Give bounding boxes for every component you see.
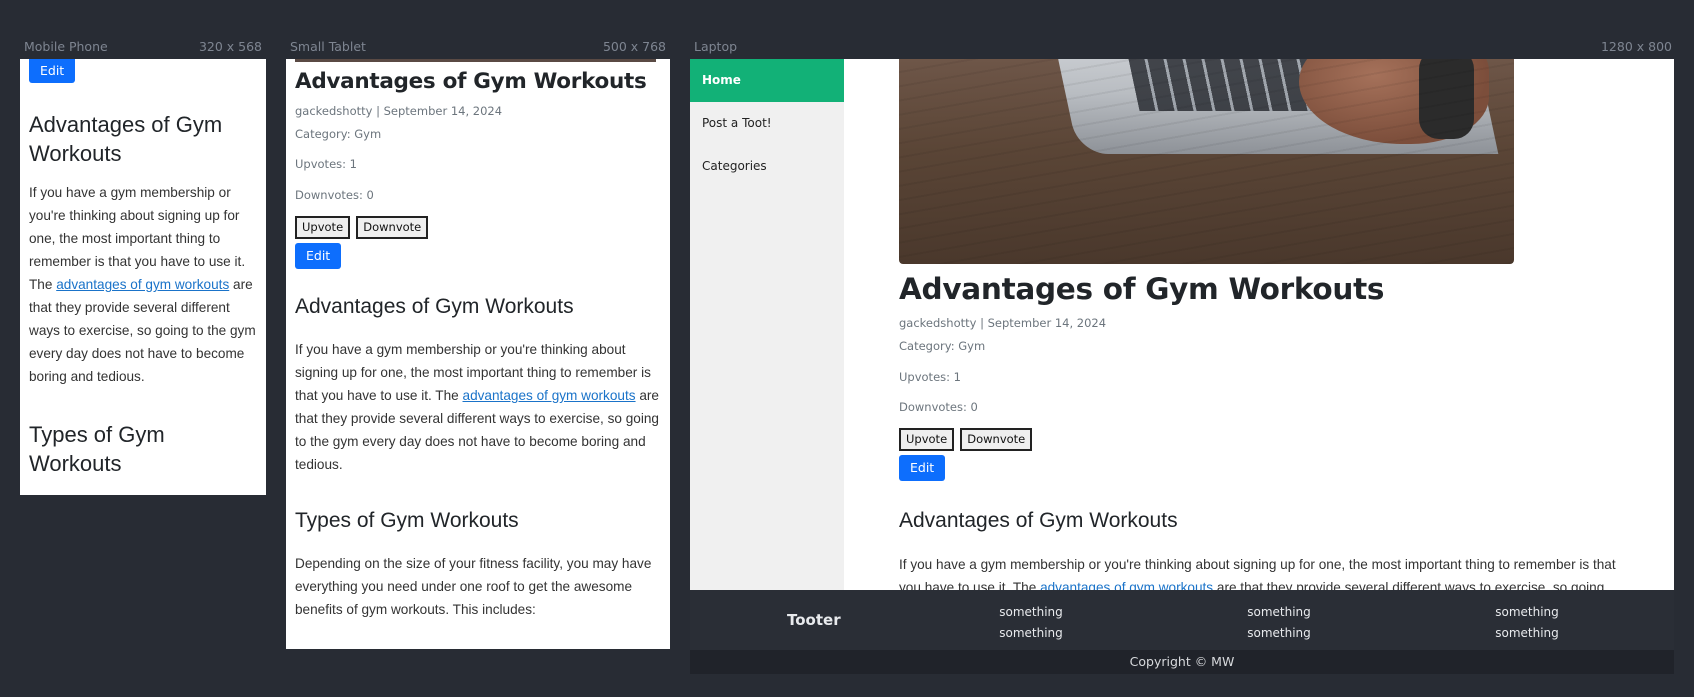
vote-buttons: Upvote Downvote (899, 428, 1033, 451)
section-heading-advantages: Advantages of Gym Workouts (29, 112, 223, 166)
footer-link[interactable]: something (1487, 602, 1567, 623)
types-paragraph: Depending on the size of your fitness fa… (295, 556, 652, 617)
laptop-frame-label: Laptop (694, 39, 738, 54)
sidebar-item-categories[interactable]: Categories (690, 145, 844, 188)
footer-link[interactable]: something (991, 623, 1071, 644)
section-heading-advantages: Advantages of Gym Workouts (295, 295, 574, 318)
downvote-button[interactable]: Downvote (960, 428, 1033, 451)
edit-button[interactable]: Edit (899, 455, 946, 481)
mobile-frame-label: Mobile Phone (24, 39, 108, 54)
post-title: Advantages of Gym Workouts (899, 272, 1385, 306)
section-paragraph: If you have a gym membership or you're t… (29, 181, 261, 388)
paragraph-text: are that they provide several different … (29, 277, 256, 384)
tablet-frame-label: Small Tablet (290, 39, 366, 54)
upvote-count: Upvotes: 1 (295, 157, 357, 171)
section-heading-advantages: Advantages of Gym Workouts (899, 509, 1178, 532)
tablet-viewport[interactable]: Advantages of Gym Workouts gackedshotty … (286, 59, 670, 649)
downvote-count: Downvotes: 0 (295, 188, 374, 202)
footer-column: something something (991, 602, 1071, 644)
main-content[interactable]: Advantages of Gym Workouts gackedshotty … (844, 59, 1674, 590)
advantages-link[interactable]: advantages of gym workouts (56, 277, 229, 292)
section-paragraph: If you have a gym membership or you're t… (295, 338, 665, 476)
section-paragraph: If you have a gym membership or you're t… (899, 553, 1619, 590)
vote-buttons: Upvote Downvote (295, 216, 429, 239)
footer-link[interactable]: something (991, 602, 1071, 623)
post-hero-image (899, 59, 1514, 264)
footer-link[interactable]: something (1239, 602, 1319, 623)
laptop-frame-size: 1280 x 800 (1600, 39, 1672, 54)
advantages-link[interactable]: advantages of gym workouts (463, 388, 636, 403)
section-heading-types: Types of Gym Workouts (295, 509, 519, 532)
upvote-count: Upvotes: 1 (899, 370, 961, 384)
upvote-button[interactable]: Upvote (899, 428, 955, 451)
sidebar: Home Post a Toot! Categories (690, 59, 844, 590)
sidebar-item-post-a-toot[interactable]: Post a Toot! (690, 102, 844, 145)
post-byline: gackedshotty | September 14, 2024 (899, 316, 1107, 330)
post-hero-image (295, 59, 656, 62)
advantages-link[interactable]: advantages of gym workouts (1040, 580, 1213, 590)
upvote-button[interactable]: Upvote (295, 216, 351, 239)
downvote-count: Downvotes: 0 (899, 400, 978, 414)
footer-column: something something (1239, 602, 1319, 644)
post-title: Advantages of Gym Workouts (295, 69, 647, 94)
post-byline: gackedshotty | September 14, 2024 (295, 104, 503, 118)
footer-link[interactable]: something (1487, 623, 1567, 644)
tablet-frame-size: 500 x 768 (602, 39, 666, 54)
section-heading-types: Types of Gym Workouts (29, 422, 165, 476)
laptop-viewport[interactable]: Home Post a Toot! Categories Advantages … (690, 59, 1674, 674)
post-category: Category: Gym (899, 339, 986, 353)
paragraph-text: If you have a gym membership or you're t… (29, 185, 246, 292)
edit-button[interactable]: Edit (29, 59, 76, 83)
post-category: Category: Gym (295, 127, 382, 141)
footer-brand: Tooter (787, 611, 841, 629)
mobile-viewport[interactable]: Edit Advantages of Gym Workouts If you h… (20, 59, 266, 495)
sidebar-item-home[interactable]: Home (690, 59, 844, 102)
downvote-button[interactable]: Downvote (356, 216, 429, 239)
footer-link[interactable]: something (1239, 623, 1319, 644)
footer-column: something something (1487, 602, 1567, 644)
footer: Tooter something something something som… (690, 590, 1674, 650)
mobile-frame-size: 320 x 568 (198, 39, 262, 54)
copyright: Copyright © MW (690, 650, 1674, 674)
edit-button[interactable]: Edit (295, 243, 342, 269)
